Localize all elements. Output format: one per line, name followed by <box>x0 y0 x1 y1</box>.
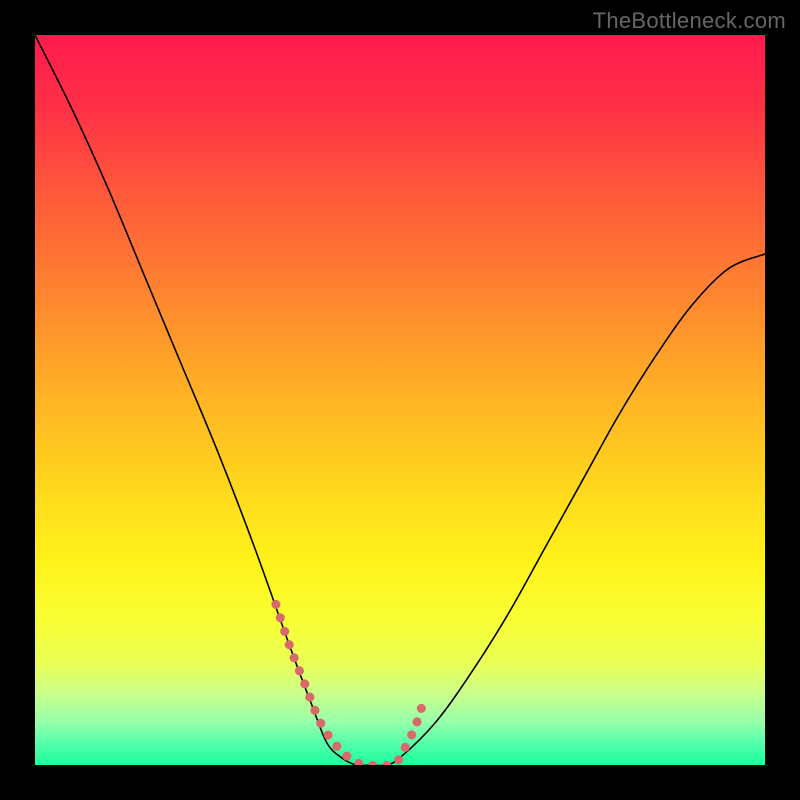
chart-frame: TheBottleneck.com <box>0 0 800 800</box>
watermark-text: TheBottleneck.com <box>593 8 786 34</box>
series-bottleneck-curve <box>35 35 765 765</box>
chart-svg <box>35 35 765 765</box>
series-highlight-segment <box>276 604 422 765</box>
plot-area <box>35 35 765 765</box>
gradient-bg <box>35 35 765 765</box>
